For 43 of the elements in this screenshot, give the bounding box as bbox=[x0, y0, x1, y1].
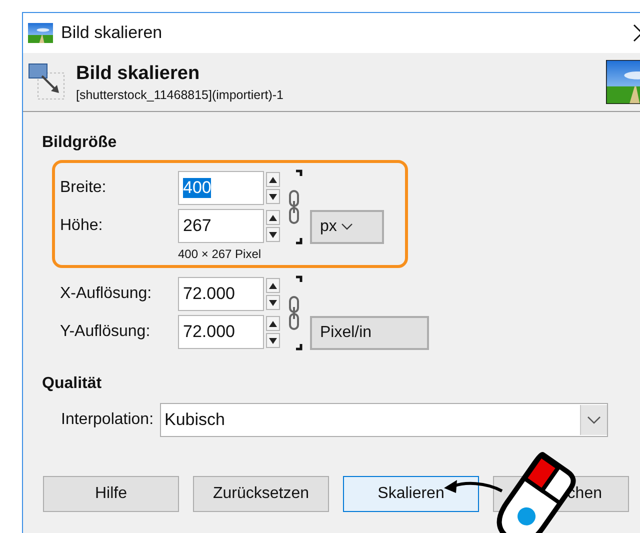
down-triangle-icon bbox=[269, 300, 277, 306]
spin-down-button[interactable] bbox=[266, 189, 280, 204]
chain-icon[interactable] bbox=[287, 275, 303, 351]
pointer-arrow bbox=[444, 480, 503, 493]
dialog-button[interactable]: Hilfe bbox=[43, 476, 179, 512]
pixel-size-text: 400 × 267 Pixel bbox=[178, 247, 262, 261]
field-label: Interpolation: bbox=[61, 411, 154, 429]
section-heading: Bildgröße bbox=[42, 134, 118, 152]
scale-image-icon bbox=[28, 63, 66, 101]
number-field[interactable]: 400 bbox=[178, 171, 264, 205]
field-label: Breite: bbox=[60, 179, 108, 197]
number-field[interactable]: 72.000 bbox=[178, 315, 264, 349]
down-triangle-icon bbox=[269, 232, 277, 238]
spin-up-button[interactable] bbox=[266, 278, 280, 293]
interpolation-dropdown[interactable]: Kubisch bbox=[160, 403, 608, 437]
up-triangle-icon bbox=[269, 320, 277, 326]
dialog-button[interactable]: Skalieren bbox=[343, 476, 479, 512]
window-title: Bild skalieren bbox=[61, 23, 164, 43]
unit-dropdown[interactable]: px bbox=[310, 210, 384, 244]
image-name: [shutterstock_11468815](importiert)-1 bbox=[76, 88, 285, 102]
down-triangle-icon bbox=[269, 338, 277, 344]
field-label: Y-Auflösung: bbox=[60, 323, 152, 341]
up-triangle-icon bbox=[269, 214, 277, 220]
dialog-button[interactable]: Zurücksetzen bbox=[193, 476, 329, 512]
chevron-down-icon bbox=[340, 223, 353, 231]
up-triangle-icon bbox=[269, 176, 277, 182]
dialog-heading: Bild skalieren bbox=[76, 62, 201, 84]
down-triangle-icon bbox=[269, 194, 277, 200]
spin-down-button[interactable] bbox=[266, 333, 280, 348]
chain-icon[interactable] bbox=[287, 169, 303, 245]
field-label: Höhe: bbox=[60, 217, 104, 235]
section-heading: Qualität bbox=[42, 375, 103, 393]
spin-up-button[interactable] bbox=[266, 316, 280, 331]
spin-down-button[interactable] bbox=[266, 227, 280, 242]
field-label: X-Auflösung: bbox=[60, 285, 153, 303]
spin-up-button[interactable] bbox=[266, 172, 280, 187]
landscape-icon bbox=[28, 23, 53, 43]
unit-dropdown[interactable]: Pixel/in bbox=[310, 316, 429, 350]
spin-down-button[interactable] bbox=[266, 295, 280, 310]
spin-up-button[interactable] bbox=[266, 210, 280, 225]
number-field[interactable]: 267 bbox=[178, 209, 264, 243]
up-triangle-icon bbox=[269, 282, 277, 288]
number-field[interactable]: 72.000 bbox=[178, 277, 264, 311]
